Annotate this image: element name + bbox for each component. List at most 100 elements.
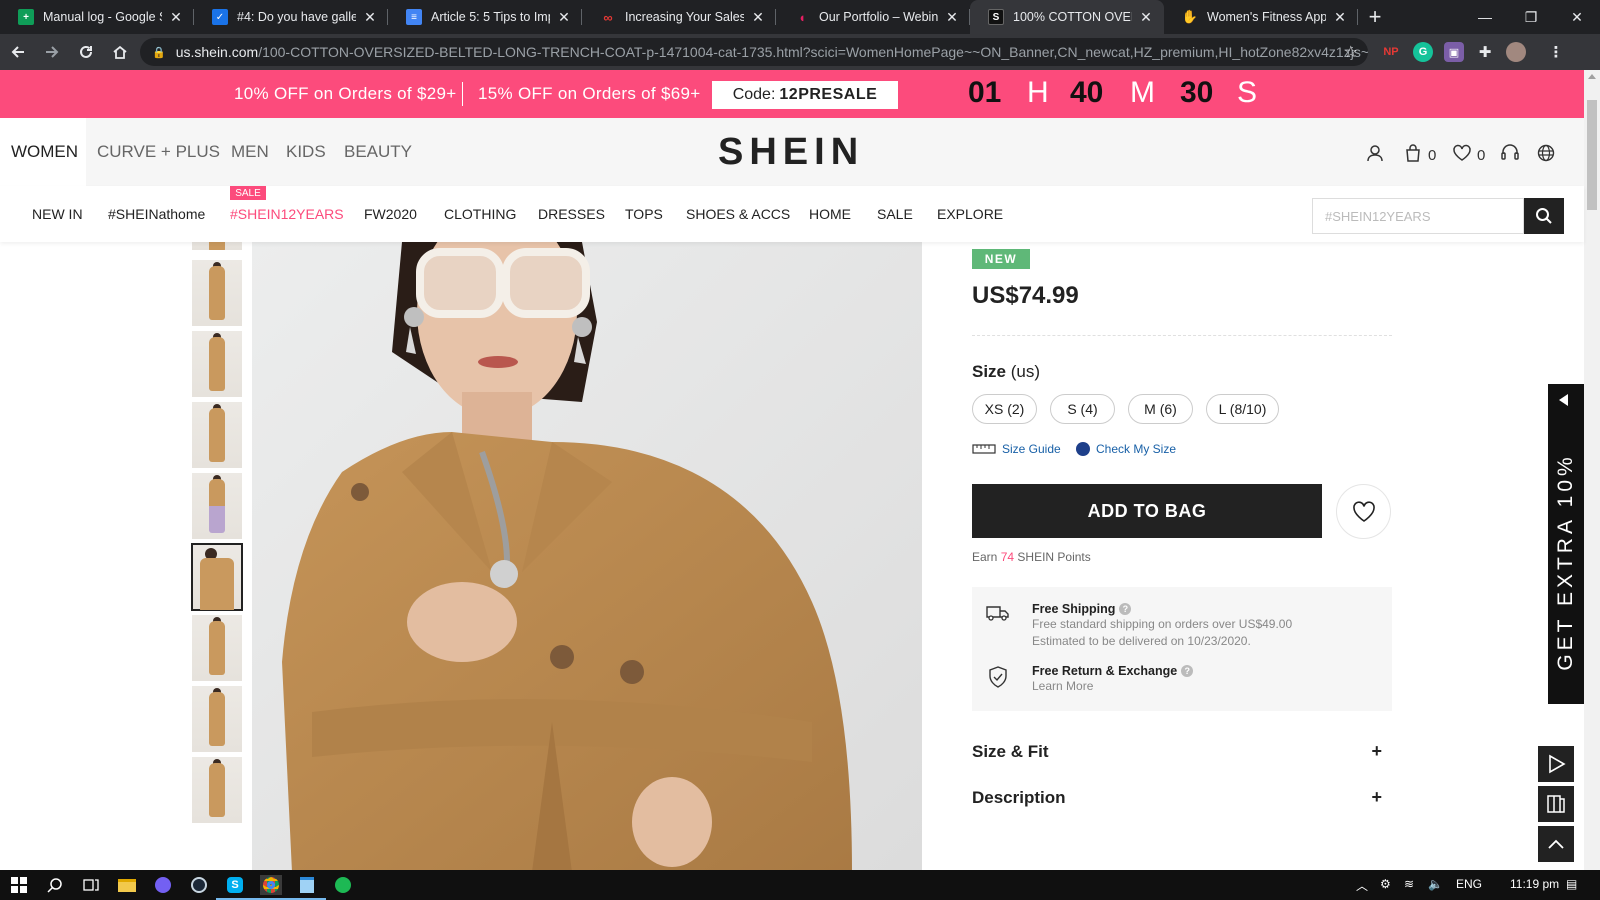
page-scrollbar[interactable] xyxy=(1584,70,1600,870)
category-women[interactable]: WOMEN xyxy=(0,118,86,186)
help-icon[interactable]: ? xyxy=(1181,665,1194,677)
address-bar[interactable]: 🔒 us.shein.com/100-COTTON-OVERSIZED-BELT… xyxy=(140,38,1368,66)
search-icon[interactable] xyxy=(44,875,66,895)
compare-button[interactable] xyxy=(1538,786,1574,822)
close-tab-icon[interactable]: ✕ xyxy=(944,9,960,26)
close-tab-icon[interactable]: ✕ xyxy=(362,9,378,26)
steam-icon[interactable] xyxy=(188,875,210,895)
back-icon[interactable] xyxy=(2,36,34,68)
support-icon[interactable] xyxy=(1500,144,1520,162)
help-icon[interactable]: ? xyxy=(1119,603,1132,615)
close-tab-icon[interactable]: ✕ xyxy=(750,9,766,26)
scrollbar-thumb[interactable] xyxy=(1587,100,1597,210)
avatar[interactable] xyxy=(1506,42,1526,62)
browser-tab[interactable]: ✋ Women's Fitness Apparel ✕ xyxy=(1164,0,1358,34)
promo-bar[interactable]: 10% OFF on Orders of $29+ 15% OFF on Ord… xyxy=(0,70,1584,118)
minimize-icon[interactable]: — xyxy=(1462,0,1508,34)
skype-icon[interactable]: S xyxy=(216,875,254,900)
close-tab-icon[interactable]: ✕ xyxy=(1138,9,1154,26)
notifications-icon[interactable]: ▤ xyxy=(1566,877,1577,891)
account-icon[interactable] xyxy=(1366,144,1384,162)
nav-item-home[interactable]: HOME xyxy=(809,206,851,222)
browser-tab[interactable]: ◖ Our Portfolio – Webinopoly ✕ xyxy=(776,0,970,34)
browser-tab[interactable]: ≡ Article 5: 5 Tips to Improve ✕ xyxy=(388,0,582,34)
chevron-up-icon[interactable]: ︿ xyxy=(1356,877,1368,894)
nav-item-sheinathome[interactable]: #SHEINathome xyxy=(108,206,205,222)
viber-icon[interactable] xyxy=(152,875,174,895)
windows-start-icon[interactable] xyxy=(8,875,30,895)
np-extension-icon[interactable]: NP xyxy=(1381,42,1401,62)
search-button[interactable] xyxy=(1524,198,1564,234)
product-main-image[interactable] xyxy=(252,242,922,872)
menu-dots-icon[interactable]: ⋮ xyxy=(1546,42,1566,62)
size-option-l[interactable]: L (8/10) xyxy=(1206,394,1279,424)
add-to-bag-button[interactable]: ADD TO BAG xyxy=(972,484,1322,538)
wifi-icon[interactable]: ≋ xyxy=(1404,877,1414,891)
close-tab-icon[interactable]: ✕ xyxy=(556,9,572,26)
task-view-icon[interactable] xyxy=(80,875,102,895)
nav-item-shein12years[interactable]: #SHEIN12YEARS xyxy=(230,206,344,222)
browser-tab-active[interactable]: S 100% COTTON OVERSIZED ✕ xyxy=(970,0,1164,34)
chrome-icon[interactable] xyxy=(252,875,290,900)
restore-icon[interactable]: ❐ xyxy=(1508,0,1554,34)
volume-icon[interactable]: 🔈 xyxy=(1428,877,1443,891)
thumbnail[interactable] xyxy=(192,331,242,397)
nav-item-fw2020[interactable]: FW2020 xyxy=(364,206,417,222)
category-men[interactable]: MEN xyxy=(231,118,269,186)
network-icon[interactable]: ⚙ xyxy=(1380,877,1391,891)
play-video-button[interactable] xyxy=(1538,746,1574,782)
grammarly-icon[interactable]: G xyxy=(1413,42,1433,62)
category-beauty[interactable]: BEAUTY xyxy=(344,118,412,186)
clock[interactable]: 11:19 pm xyxy=(1510,877,1559,891)
thumbnail[interactable] xyxy=(192,615,242,681)
thumbnail[interactable] xyxy=(192,402,242,468)
size-option-xs[interactable]: XS (2) xyxy=(972,394,1037,424)
file-explorer-icon[interactable] xyxy=(116,875,138,895)
size-option-s[interactable]: S (4) xyxy=(1050,394,1115,424)
puzzle-icon[interactable]: ✚ xyxy=(1475,42,1495,62)
back-to-top-button[interactable] xyxy=(1538,826,1574,862)
close-tab-icon[interactable]: ✕ xyxy=(168,9,184,26)
bookmark-star-icon[interactable]: ☆ xyxy=(1344,42,1358,62)
nav-item-new-in[interactable]: NEW IN xyxy=(32,206,83,222)
search-input[interactable]: #SHEIN12YEARS xyxy=(1312,198,1524,234)
bag-button[interactable]: 0 xyxy=(1404,144,1436,166)
scroll-up-arrow[interactable] xyxy=(1588,74,1596,79)
description-accordion[interactable]: Description + xyxy=(972,787,1392,808)
reload-icon[interactable] xyxy=(70,36,102,68)
close-window-icon[interactable]: ✕ xyxy=(1554,0,1600,34)
close-tab-icon[interactable]: ✕ xyxy=(1332,9,1348,26)
get-extra-discount-tab[interactable]: GET EXTRA 10% xyxy=(1548,384,1584,704)
browser-tab[interactable]: + Manual log - Google Sheets ✕ xyxy=(0,0,194,34)
home-icon[interactable] xyxy=(104,36,136,68)
wishlist-add-button[interactable] xyxy=(1336,484,1391,539)
nav-item-clothing[interactable]: CLOTHING xyxy=(444,206,516,222)
extension-icon[interactable]: ▣ xyxy=(1444,42,1464,62)
browser-tab[interactable]: ∞ Increasing Your Sales by ✕ xyxy=(582,0,776,34)
globe-icon[interactable] xyxy=(1537,144,1555,162)
size-fit-accordion[interactable]: Size & Fit + xyxy=(972,741,1392,762)
shein-logo[interactable]: SHEIN xyxy=(718,131,864,174)
nav-item-tops[interactable]: TOPS xyxy=(625,206,663,222)
category-curve-plus[interactable]: CURVE + PLUS xyxy=(97,118,220,186)
thumbnail[interactable] xyxy=(192,260,242,326)
new-tab-button[interactable]: + xyxy=(1358,0,1392,34)
spotify-icon[interactable] xyxy=(332,875,354,895)
notepad-icon[interactable] xyxy=(288,875,326,900)
browser-tab[interactable]: ✓ #4: Do you have gallery view ✕ xyxy=(194,0,388,34)
category-kids[interactable]: KIDS xyxy=(286,118,326,186)
size-option-m[interactable]: M (6) xyxy=(1128,394,1193,424)
nav-item-sale[interactable]: SALE xyxy=(877,206,913,222)
nav-item-explore[interactable]: EXPLORE xyxy=(937,206,1003,222)
learn-more-link[interactable]: Learn More xyxy=(1032,678,1193,695)
check-my-size-link[interactable]: Check My Size xyxy=(1076,442,1176,456)
thumbnail-selected[interactable] xyxy=(191,543,243,611)
nav-item-shoes-accs[interactable]: SHOES & ACCS xyxy=(686,206,790,222)
language-indicator[interactable]: ENG xyxy=(1456,877,1482,891)
wishlist-button[interactable]: 0 xyxy=(1452,144,1485,166)
thumbnail[interactable] xyxy=(192,686,242,752)
nav-item-dresses[interactable]: DRESSES xyxy=(538,206,605,222)
size-guide-link[interactable]: Size Guide xyxy=(972,442,1061,456)
collapse-arrow-icon[interactable] xyxy=(1559,394,1568,406)
forward-icon[interactable] xyxy=(36,36,68,68)
